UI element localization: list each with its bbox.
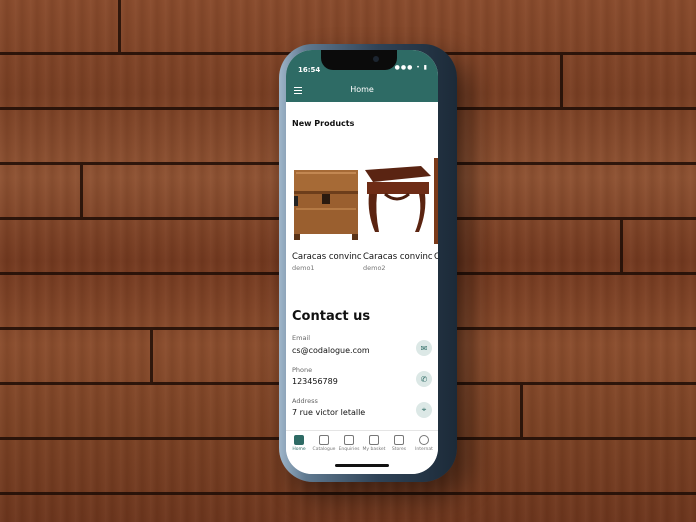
product-image-chest bbox=[292, 158, 360, 244]
page-title: Home bbox=[350, 85, 374, 94]
product-name: Caracas convinc... bbox=[292, 252, 362, 262]
product-card[interactable]: Caracas convinc... demo1 bbox=[292, 158, 362, 272]
tab-catalogue[interactable]: Catalogue bbox=[312, 435, 336, 452]
phone-screen: 16:54 ●●● • ▮ Home New Products Caracas … bbox=[286, 50, 438, 474]
wood-seam bbox=[620, 220, 623, 272]
tab-label: Internat bbox=[415, 447, 433, 452]
tab-stores[interactable]: Stores bbox=[387, 435, 411, 452]
new-products-title: New Products bbox=[292, 119, 355, 128]
status-time: 16:54 bbox=[298, 66, 321, 74]
wood-seam bbox=[560, 55, 563, 107]
tab-international[interactable]: Internat bbox=[412, 435, 436, 452]
basket-icon bbox=[369, 435, 379, 445]
address-value: 7 rue victor letalle bbox=[292, 408, 366, 417]
phone-icon[interactable]: ✆ bbox=[416, 371, 432, 387]
status-icons: ●●● • ▮ bbox=[394, 64, 428, 71]
product-card[interactable]: C bbox=[434, 158, 438, 262]
phone-notch bbox=[321, 50, 397, 70]
camera-icon bbox=[373, 56, 379, 62]
wood-seam bbox=[80, 165, 83, 217]
tab-label: Enquiries bbox=[338, 447, 360, 452]
email-icon[interactable]: ✉ bbox=[416, 340, 432, 356]
location-pin-icon[interactable]: ⌖ bbox=[416, 402, 432, 418]
product-card[interactable]: Caracas convinc... demo2 bbox=[363, 158, 433, 272]
email-value: cs@codalogue.com bbox=[292, 346, 370, 355]
tab-my-basket[interactable]: My basket bbox=[362, 435, 386, 452]
tab-enquiries[interactable]: Enquiries bbox=[337, 435, 361, 452]
product-subtitle: demo2 bbox=[363, 264, 386, 272]
tab-label: Stores bbox=[391, 447, 407, 452]
product-image-partial bbox=[434, 158, 438, 244]
product-subtitle: demo1 bbox=[292, 264, 315, 272]
phone-value: 123456789 bbox=[292, 377, 338, 386]
product-name: Caracas convinc... bbox=[363, 252, 433, 262]
wood-seam bbox=[150, 330, 153, 382]
tab-label: Catalogue bbox=[312, 447, 336, 452]
bottom-tab-bar: Home Catalogue Enquiries My basket Store… bbox=[286, 430, 438, 474]
contact-title: Contact us bbox=[292, 309, 371, 324]
tab-label: Home bbox=[292, 447, 306, 452]
enquiries-icon bbox=[344, 435, 354, 445]
stores-icon bbox=[394, 435, 404, 445]
wood-seam bbox=[118, 0, 121, 52]
address-label: Address bbox=[292, 397, 318, 405]
globe-icon bbox=[419, 435, 429, 445]
tab-label: My basket bbox=[362, 447, 386, 452]
phone-label: Phone bbox=[292, 366, 313, 374]
product-image-table bbox=[363, 158, 431, 244]
home-shield-icon bbox=[294, 435, 304, 445]
tab-home[interactable]: Home bbox=[287, 435, 311, 452]
product-name: C bbox=[434, 252, 438, 262]
email-label: Email bbox=[292, 334, 311, 342]
catalogue-icon bbox=[319, 435, 329, 445]
wood-seam bbox=[520, 385, 523, 437]
home-indicator bbox=[335, 464, 389, 467]
